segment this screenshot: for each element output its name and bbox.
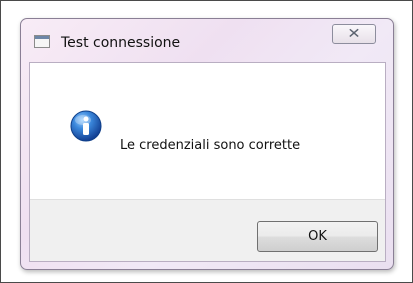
- close-button[interactable]: ✕: [332, 24, 376, 44]
- dialog-message: Le credenziali sono corrette: [120, 138, 301, 153]
- app-icon-title-band: [35, 36, 49, 39]
- dialog-client-area: Le credenziali sono corrette OK: [29, 62, 386, 262]
- dialog-button-area: OK: [30, 199, 385, 261]
- title-bar[interactable]: Test connessione ✕: [21, 19, 393, 51]
- window-app-icon: [34, 35, 50, 48]
- window-title: Test connessione: [61, 35, 181, 51]
- message-dialog-window: Test connessione ✕ Le credenziali sono c…: [20, 18, 394, 270]
- close-icon: ✕: [347, 26, 361, 42]
- ok-button[interactable]: OK: [257, 221, 378, 252]
- info-icon: [70, 110, 102, 142]
- message-area: Le credenziali sono corrette: [30, 63, 385, 199]
